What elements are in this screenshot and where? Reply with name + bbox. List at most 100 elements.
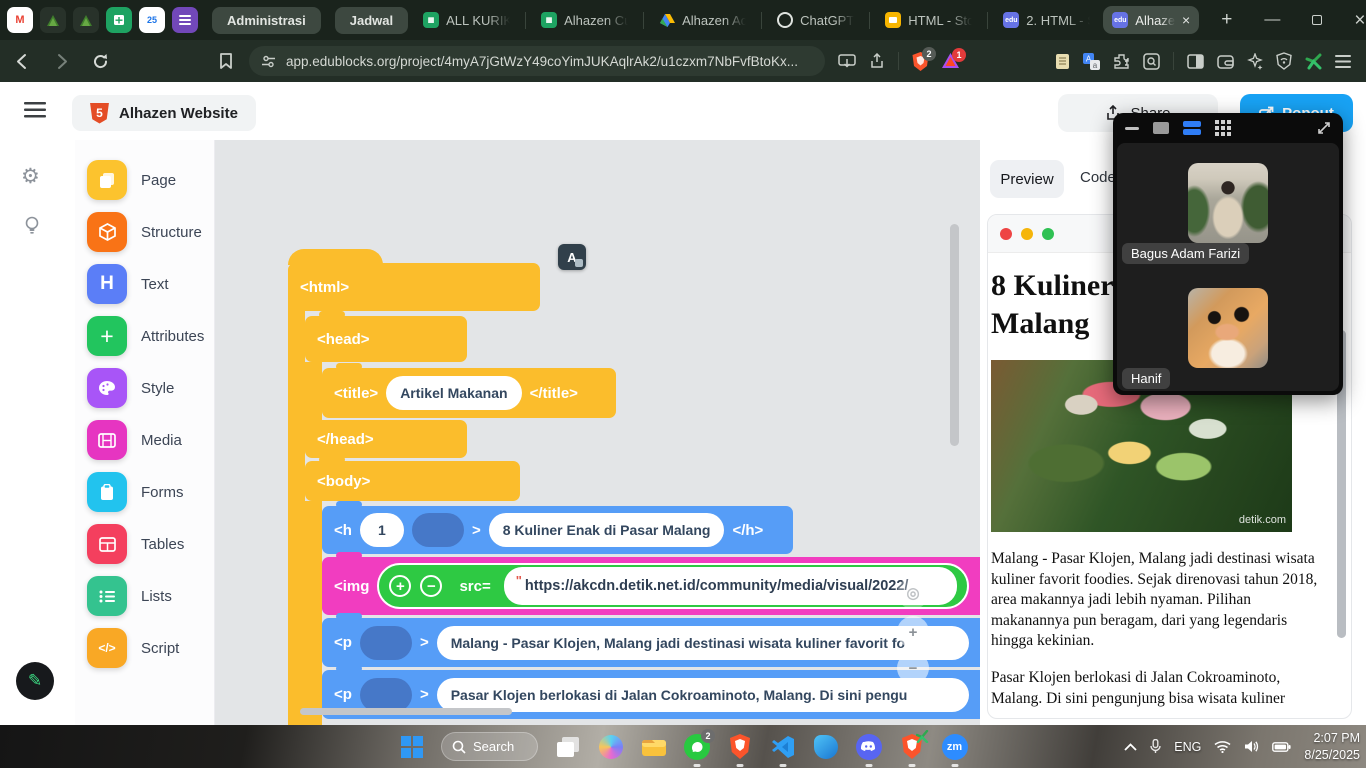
sidebar-item-tables[interactable]: Tables (75, 518, 215, 570)
h-attr-slot[interactable] (412, 513, 464, 547)
p1-attr-slot[interactable] (360, 626, 412, 660)
block-head-close[interactable]: </head> (305, 420, 467, 458)
back-icon[interactable] (14, 53, 31, 70)
tab-all-kurikulum[interactable]: ▦ ALL KURIKU (423, 12, 510, 28)
window-close-button[interactable]: × (1354, 11, 1365, 30)
bookmark-icon[interactable] (219, 53, 233, 69)
sidebar-item-script[interactable]: </> Script (75, 622, 215, 674)
vscode-icon[interactable] (769, 733, 796, 760)
brave-beta-icon[interactable] (898, 733, 925, 760)
microphone-icon[interactable] (1150, 739, 1161, 754)
settings-gear-icon[interactable]: ⚙ (21, 164, 40, 189)
sidebar-toggle-icon[interactable] (1187, 54, 1204, 69)
new-tab-button[interactable]: + (1221, 9, 1232, 31)
window-maximize-button[interactable] (1312, 15, 1322, 25)
project-title[interactable]: 5 Alhazen Website (72, 95, 256, 131)
horizontal-scrollbar[interactable] (300, 708, 512, 715)
wifi-icon[interactable] (1214, 740, 1231, 753)
hint-bulb-icon[interactable] (24, 216, 40, 236)
taskbar-search[interactable]: Search (441, 732, 538, 761)
forest-icon[interactable] (73, 7, 99, 33)
tab-html-sto[interactable]: HTML - Sto (885, 12, 972, 28)
block-img[interactable]: <img + − src= " https://akcdn.detik.net.… (322, 557, 980, 615)
expand-panel-icon[interactable] (1317, 121, 1331, 135)
minimize-panel-icon[interactable] (1125, 127, 1139, 130)
reload-icon[interactable] (92, 53, 109, 70)
sidebar-item-style[interactable]: Style (75, 362, 215, 414)
video-call-panel[interactable]: Bagus Adam Farizi Hanif (1113, 113, 1343, 395)
app-menu-icon[interactable] (24, 102, 46, 118)
zoom-icon[interactable]: zm (941, 733, 968, 760)
tab-chatgpt[interactable]: ChatGPT (777, 12, 854, 28)
notes-extension-icon[interactable] (1055, 53, 1070, 70)
language-indicator[interactable]: ENG (1174, 740, 1201, 754)
tray-chevron-icon[interactable] (1124, 743, 1137, 751)
brave-shield-icon[interactable]: 2 (912, 52, 929, 71)
brave-rewards-icon[interactable]: 1 (942, 53, 959, 69)
block-h1[interactable]: <h 1 > 8 Kuliner Enak di Pasar Malang </… (322, 506, 793, 554)
tab-alhazen-cu[interactable]: ▦ Alhazen Cu (541, 12, 628, 28)
tab-code[interactable]: Code (1080, 169, 1116, 186)
grid-view-icon[interactable] (1215, 120, 1231, 136)
sidebar-item-media[interactable]: Media (75, 414, 215, 466)
file-explorer-icon[interactable] (640, 733, 667, 760)
vertical-scrollbar[interactable] (950, 224, 959, 446)
sheets-icon[interactable] (106, 7, 132, 33)
battery-icon[interactable] (1272, 742, 1291, 752)
sidebar-item-structure[interactable]: Structure (75, 206, 215, 258)
sidebar-item-attributes[interactable]: + Attributes (75, 310, 215, 362)
blue-app-icon[interactable] (812, 733, 839, 760)
tab-group-jadwal[interactable]: Jadwal (335, 7, 408, 34)
block-title[interactable]: <title> Artikel Makanan </title> (322, 368, 616, 418)
extensions-puzzle-icon[interactable] (1113, 53, 1130, 70)
sidebar-item-text[interactable]: H Text (75, 258, 215, 310)
tab-alhazen-active[interactable]: edu Alhaze × (1103, 6, 1199, 34)
sidebar-item-forms[interactable]: Forms (75, 466, 215, 518)
volume-icon[interactable] (1244, 740, 1259, 753)
edit-pencil-button[interactable]: ✎ (16, 662, 54, 700)
zoom-out-icon[interactable]: − (897, 652, 929, 684)
stacked-view-icon[interactable] (1183, 121, 1201, 135)
install-app-icon[interactable] (838, 54, 856, 69)
sidebar-item-lists[interactable]: Lists (75, 570, 215, 622)
img-src-input[interactable]: " https://akcdn.detik.net.id/community/m… (504, 567, 957, 605)
tab-2-html[interactable]: edu 2. HTML - S (1003, 12, 1090, 28)
p2-text-input[interactable]: Pasar Klojen berlokasi di Jalan Cokroami… (437, 678, 969, 712)
translate-extension-icon[interactable]: Aa (1083, 53, 1100, 70)
remove-attribute-icon[interactable]: − (420, 575, 442, 597)
compact-view-icon[interactable] (1153, 122, 1169, 134)
block-p1[interactable]: <p > Malang - Pasar Klojen, Malang jadi … (322, 618, 980, 667)
copilot-icon[interactable] (597, 733, 624, 760)
sidebar-item-page[interactable]: Page (75, 154, 215, 206)
window-minimize-button[interactable]: — (1264, 12, 1280, 28)
p1-text-input[interactable]: Malang - Pasar Klojen, Malang jadi desti… (437, 626, 969, 660)
tab-preview[interactable]: Preview (990, 160, 1064, 198)
tab-alhazen-ac[interactable]: Alhazen Ac (659, 12, 746, 28)
translate-page-icon[interactable]: A (558, 244, 586, 270)
wallet-icon[interactable] (1217, 54, 1234, 69)
forest-icon[interactable] (40, 7, 66, 33)
gmail-icon[interactable]: M (7, 7, 33, 33)
block-body-open[interactable]: <body> (305, 461, 520, 501)
h-level-input[interactable]: 1 (360, 513, 404, 547)
start-button[interactable] (398, 733, 425, 760)
add-attribute-icon[interactable]: + (389, 575, 411, 597)
participant-video[interactable] (1188, 288, 1268, 368)
block-head-open[interactable]: <head> (305, 316, 467, 362)
leo-ai-icon[interactable] (1247, 53, 1263, 70)
block-canvas[interactable]: <html> <head> <title> Artikel Makanan </… (215, 140, 980, 725)
recenter-icon[interactable]: ◎ (897, 577, 929, 609)
participant-video[interactable] (1188, 163, 1268, 243)
zoom-in-icon[interactable]: + (897, 616, 929, 648)
discord-icon[interactable] (855, 733, 882, 760)
calendar-icon[interactable]: 25 (139, 7, 165, 33)
site-settings-icon[interactable] (261, 55, 276, 68)
browser-menu-icon[interactable] (1335, 55, 1351, 68)
close-tab-icon[interactable]: × (1182, 12, 1190, 28)
task-view-icon[interactable] (554, 733, 581, 760)
tab-group-administrasi[interactable]: Administrasi (212, 7, 321, 34)
clock[interactable]: 2:07 PM 8/25/2025 (1304, 730, 1360, 764)
green-extension-icon[interactable] (1305, 53, 1322, 70)
vpn-shield-icon[interactable] (1276, 52, 1292, 70)
title-value-input[interactable]: Artikel Makanan (386, 376, 521, 410)
